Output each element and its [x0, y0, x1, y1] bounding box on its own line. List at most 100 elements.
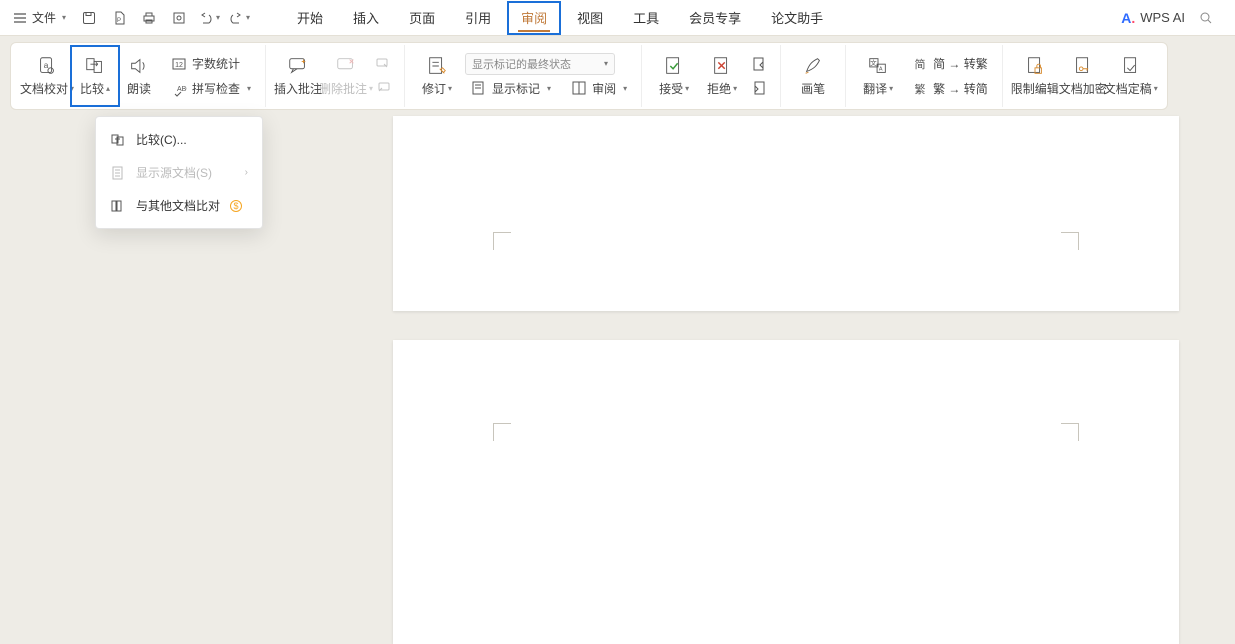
read-aloud-button[interactable]: 朗读 — [119, 46, 159, 106]
comment-add-icon — [287, 55, 309, 77]
proofread-icon: a — [36, 55, 58, 77]
preview-button[interactable] — [164, 4, 194, 32]
restrict-edit-label: 限制编辑 — [1011, 80, 1059, 97]
finalize-doc-button[interactable]: 文档定稿▾ — [1107, 46, 1155, 106]
ribbon-tabs: 开始 插入 页面 引用 审阅 视图 工具 会员专享 论文助手 — [282, 0, 838, 36]
compare-menu-item-label: 比较(C)... — [136, 131, 187, 148]
key-doc-icon — [1072, 55, 1094, 77]
accept-icon — [663, 55, 685, 77]
finalize-doc-label: 文档定稿 — [1104, 80, 1152, 97]
file-menu-button[interactable]: 文件 ▾ — [4, 5, 74, 30]
source-doc-icon — [110, 165, 126, 181]
chevron-down-icon: ▾ — [604, 59, 608, 68]
reject-button[interactable]: 拒绝▾ — [698, 46, 746, 106]
tab-page[interactable]: 页面 — [394, 0, 450, 36]
tab-references[interactable]: 引用 — [450, 0, 506, 36]
compare-icon — [84, 55, 106, 77]
ink-label: 画笔 — [801, 80, 825, 97]
next-change-button[interactable] — [746, 77, 772, 99]
wps-ai-button[interactable]: A. WPS AI — [1121, 10, 1185, 26]
read-aloud-label: 朗读 — [127, 80, 151, 97]
reject-label: 拒绝 — [707, 80, 731, 97]
group-ink: 画笔 — [781, 45, 846, 107]
menubar: 文件 ▾ P ▾ ▾ 开始 插入 页面 引用 审阅 视图 工具 会员专享 论文助… — [0, 0, 1235, 36]
markup-display-select[interactable]: 显示标记的最终状态 ▾ — [465, 53, 615, 75]
document-page-2[interactable] — [393, 340, 1179, 644]
next-change-icon — [751, 80, 767, 96]
next-comment-icon — [375, 80, 391, 96]
prev-change-button[interactable] — [746, 53, 772, 75]
proofread-label: 文档校对 — [20, 80, 68, 97]
tab-start[interactable]: 开始 — [282, 0, 338, 36]
finalize-icon — [1120, 55, 1142, 77]
markup-display-label: 显示标记的最终状态 — [472, 56, 571, 72]
tab-member[interactable]: 会员专享 — [674, 0, 756, 36]
compare-other-menu-item[interactable]: 与其他文档比对 $ — [96, 189, 262, 222]
svg-text:简: 简 — [915, 57, 926, 71]
file-menu-label: 文件 — [32, 9, 56, 26]
prev-comment-button[interactable] — [370, 53, 396, 75]
spell-check-label: 拼写检查 — [192, 80, 240, 97]
compare-menu-item[interactable]: 比较(C)... — [96, 123, 262, 156]
undo-icon — [198, 10, 214, 26]
show-markup-button[interactable]: 显示标记▾ — [465, 77, 557, 100]
simp-icon: 简 — [912, 56, 928, 72]
print-button[interactable] — [134, 4, 164, 32]
compare-button[interactable]: 比较▴ — [71, 46, 119, 106]
menu-icon — [12, 10, 28, 26]
trad-icon: 繁 — [912, 81, 928, 97]
translate-icon: 文A — [867, 55, 889, 77]
tab-insert[interactable]: 插入 — [338, 0, 394, 36]
proofread-button[interactable]: a 文档校对▾ — [23, 46, 71, 106]
tab-tools[interactable]: 工具 — [618, 0, 674, 36]
insert-comment-label: 插入批注 — [274, 80, 322, 97]
redo-button[interactable]: ▾ — [224, 4, 254, 32]
tab-view[interactable]: 视图 — [562, 0, 618, 36]
track-changes-button[interactable]: 修订▾ — [413, 46, 461, 106]
speaker-icon — [128, 55, 150, 77]
lock-doc-icon — [1024, 55, 1046, 77]
document-page-1-bottom[interactable] — [393, 116, 1179, 311]
prev-change-icon — [751, 56, 767, 72]
accept-button[interactable]: 接受▾ — [650, 46, 698, 106]
tab-thesis[interactable]: 论文助手 — [756, 0, 838, 36]
accept-label: 接受 — [659, 80, 683, 97]
compare-icon — [110, 132, 126, 148]
show-markup-icon — [471, 80, 487, 96]
group-comments: 插入批注 删除批注▾ — [266, 45, 405, 107]
encrypt-doc-button[interactable]: 文档加密 — [1059, 46, 1107, 106]
tab-review[interactable]: 审阅 — [506, 0, 562, 36]
search-button[interactable] — [1191, 4, 1221, 32]
insert-comment-button[interactable]: 插入批注 — [274, 46, 322, 106]
next-comment-button[interactable] — [370, 77, 396, 99]
comment-delete-icon — [335, 55, 357, 77]
show-source-menu-item: 显示源文档(S) › — [96, 156, 262, 189]
svg-text:a: a — [44, 61, 49, 70]
trad-to-simp-label: 繁 → 转简 — [933, 80, 988, 97]
margin-corner-icon — [1061, 423, 1079, 441]
svg-text:ABC: ABC — [177, 86, 187, 93]
print-icon — [141, 10, 157, 26]
translate-button[interactable]: 文A 翻译▾ — [854, 46, 902, 106]
ink-button[interactable]: 画笔 — [789, 46, 837, 106]
trad-to-simp-button[interactable]: 繁 繁 → 转简 — [906, 77, 994, 100]
spell-check-icon: ABC — [171, 81, 187, 97]
quick-access-toolbar: P ▾ ▾ — [74, 4, 254, 32]
menubar-right: A. WPS AI — [1121, 4, 1231, 32]
prev-comment-icon — [375, 56, 391, 72]
review-pane-button[interactable]: 审阅▾ — [565, 77, 633, 100]
review-pane-icon — [571, 80, 587, 96]
margin-corner-icon — [1061, 232, 1079, 250]
export-icon: P — [111, 10, 127, 26]
spell-check-button[interactable]: ABC 拼写检查▾ — [165, 77, 257, 100]
export-button[interactable]: P — [104, 4, 134, 32]
svg-text:12: 12 — [175, 62, 183, 69]
delete-comment-button[interactable]: 删除批注▾ — [322, 46, 370, 106]
simp-to-trad-button[interactable]: 简 简 → 转繁 — [906, 52, 994, 75]
group-protect: 限制编辑 文档加密 文档定稿▾ — [1003, 45, 1163, 107]
undo-button[interactable]: ▾ — [194, 4, 224, 32]
save-button[interactable] — [74, 4, 104, 32]
compare-label: 比较 — [80, 80, 104, 97]
word-count-button[interactable]: 12 字数统计 — [165, 52, 257, 75]
restrict-edit-button[interactable]: 限制编辑 — [1011, 46, 1059, 106]
